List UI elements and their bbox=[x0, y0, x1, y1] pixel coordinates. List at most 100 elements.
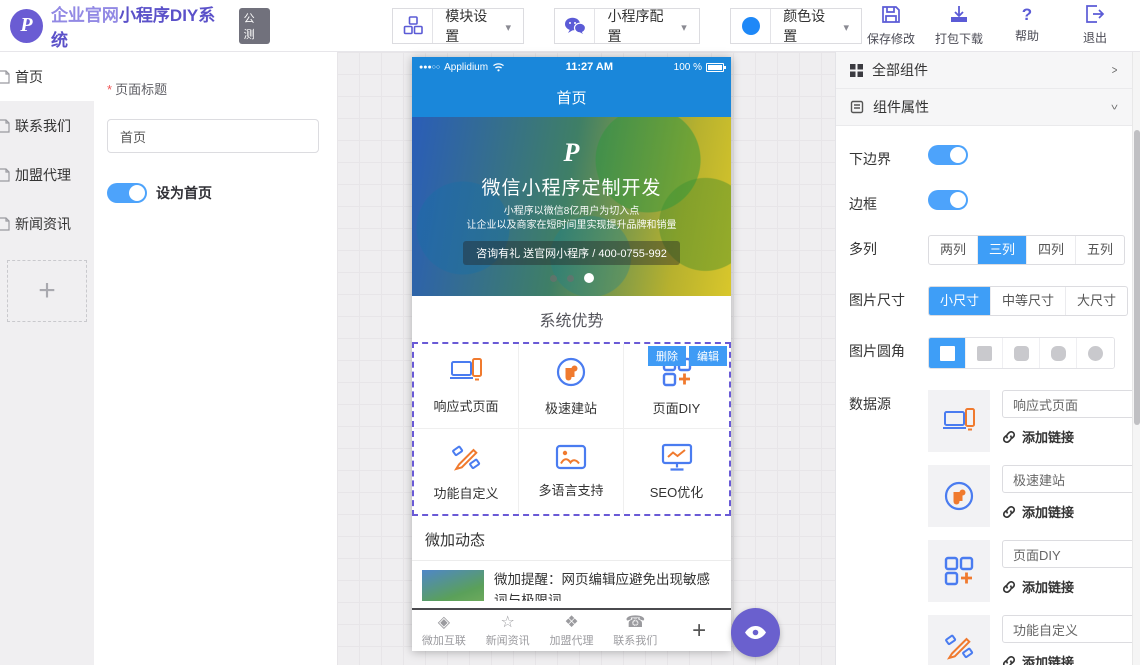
carousel-dot-active[interactable] bbox=[584, 273, 594, 283]
diamond-logo-icon: ◈ bbox=[438, 614, 450, 632]
data-source-list: 添加链接 添加链接 bbox=[928, 390, 1137, 665]
phone-status-bar: ●●●○○ Applidium 11:27 AM 100 % bbox=[412, 57, 731, 77]
columns-option-5[interactable]: 五列 bbox=[1076, 236, 1124, 264]
data-source-input[interactable] bbox=[1002, 465, 1137, 493]
radius-option-small[interactable] bbox=[966, 338, 1003, 368]
page-settings-panel: *页面标题 设为首页 bbox=[94, 52, 337, 665]
columns-option-3-selected[interactable]: 三列 bbox=[978, 236, 1027, 264]
advantages-section-title: 系统优势 bbox=[412, 296, 731, 342]
image-size-large[interactable]: 大尺寸 bbox=[1066, 287, 1127, 315]
page-icon bbox=[0, 217, 10, 231]
grid-item-label: 页面DIY bbox=[653, 398, 701, 417]
add-link-button[interactable]: 添加链接 bbox=[1002, 427, 1137, 446]
all-components-label: 全部组件 bbox=[872, 60, 928, 80]
add-link-button[interactable]: 添加链接 bbox=[1002, 652, 1137, 665]
border-toggle[interactable] bbox=[928, 190, 968, 210]
miniprogram-config-label: 小程序配置 bbox=[607, 6, 674, 46]
news-section-title: 微加动态 bbox=[412, 516, 731, 561]
module-settings-label: 模块设置 bbox=[445, 6, 498, 46]
wechat-icon bbox=[555, 9, 595, 43]
document-icon bbox=[850, 100, 864, 114]
sidebar-item-news[interactable]: 新闻资讯 bbox=[0, 199, 94, 248]
data-source-input[interactable] bbox=[1002, 540, 1137, 568]
carousel-dots bbox=[412, 273, 731, 283]
tab-contact[interactable]: ☎ 联系我们 bbox=[603, 614, 667, 648]
page-icon bbox=[0, 119, 10, 133]
module-settings-menu[interactable]: 模块设置 bbox=[392, 8, 524, 44]
phone-tabbar: ◈ 微加互联 ☆ 新闻资讯 ❖ 加盟代理 ☎ 联系我们 bbox=[412, 608, 731, 651]
app-title-light: 企业官网 bbox=[51, 6, 119, 25]
component-props-bar[interactable]: 组件属性 bbox=[836, 89, 1140, 126]
add-link-button[interactable]: 添加链接 bbox=[1002, 502, 1137, 521]
sidebar-item-agency[interactable]: 加盟代理 bbox=[0, 150, 94, 199]
radius-option-none-selected[interactable] bbox=[929, 338, 966, 368]
radius-option-medium[interactable] bbox=[1003, 338, 1040, 368]
help-button[interactable]: ? 帮助 bbox=[998, 5, 1056, 47]
editor-canvas: ●●●○○ Applidium 11:27 AM 100 % 首页 P 微信小程… bbox=[337, 52, 835, 665]
edit-component-button[interactable]: 编辑 bbox=[689, 346, 727, 366]
image-size-small-selected[interactable]: 小尺寸 bbox=[929, 287, 991, 315]
app-title: 企业官网小程序DIY系统 bbox=[51, 1, 227, 51]
add-page-button[interactable] bbox=[7, 260, 87, 322]
app-logo-icon: P bbox=[10, 9, 43, 43]
border-bottom-toggle[interactable] bbox=[928, 145, 968, 165]
hero-banner[interactable]: P 微信小程序定制开发 小程序以微信8亿用户为切入点 让企业以及商家在短时间里实… bbox=[412, 117, 731, 296]
sidebar-item-label: 新闻资讯 bbox=[15, 214, 71, 234]
grid-item-label: SEO优化 bbox=[650, 482, 703, 501]
grid-item-label: 响应式页面 bbox=[433, 396, 498, 415]
data-source-item: 添加链接 bbox=[928, 540, 1137, 602]
tab-add-button[interactable] bbox=[667, 617, 731, 645]
component-props-label: 组件属性 bbox=[873, 97, 929, 117]
miniprogram-config-menu[interactable]: 小程序配置 bbox=[554, 8, 700, 44]
data-source-item: 添加链接 bbox=[928, 390, 1137, 452]
selected-component[interactable]: 删除 编辑 响应式页面 极速建站 bbox=[412, 342, 731, 516]
exit-button[interactable]: 退出 bbox=[1066, 5, 1124, 47]
add-link-button[interactable]: 添加链接 bbox=[1002, 577, 1137, 596]
set-home-toggle[interactable] bbox=[107, 183, 147, 203]
exit-icon bbox=[1085, 5, 1105, 26]
phone-preview: ●●●○○ Applidium 11:27 AM 100 % 首页 P 微信小程… bbox=[412, 57, 731, 651]
data-source-input[interactable] bbox=[1002, 390, 1137, 418]
beta-badge: 公测 bbox=[239, 8, 270, 44]
pencil-icon bbox=[928, 615, 990, 665]
wifi-icon bbox=[492, 62, 505, 72]
page-title-input[interactable] bbox=[107, 119, 319, 153]
delete-component-button[interactable]: 删除 bbox=[648, 346, 686, 366]
grid-squares-icon bbox=[850, 64, 863, 77]
save-button[interactable]: 保存修改 bbox=[862, 5, 920, 47]
news-item[interactable]: 网站编辑 微加提醒：网页编辑应避免出现敏感词与极限词 bbox=[412, 561, 731, 601]
preview-eye-button[interactable] bbox=[731, 608, 780, 657]
banner-promo-pill: 咨询有礼 送官网小程序 / 400-0755-992 bbox=[463, 241, 680, 265]
columns-segmented-control: 两列 三列 四列 五列 bbox=[928, 235, 1125, 265]
set-home-label: 设为首页 bbox=[156, 183, 212, 203]
chevron-down-icon bbox=[1111, 100, 1118, 114]
image-size-medium[interactable]: 中等尺寸 bbox=[991, 287, 1066, 315]
responsive-icon bbox=[928, 390, 990, 452]
sidebar-item-contact[interactable]: 联系我们 bbox=[0, 101, 94, 150]
color-settings-menu[interactable]: 颜色设置 bbox=[730, 8, 862, 44]
sidebar-item-label: 加盟代理 bbox=[15, 165, 71, 185]
data-source-item: 添加链接 bbox=[928, 615, 1137, 665]
tab-weijia[interactable]: ◈ 微加互联 bbox=[412, 614, 476, 648]
inspector-scrollbar[interactable] bbox=[1132, 52, 1140, 665]
data-source-input[interactable] bbox=[1002, 615, 1137, 643]
tab-news[interactable]: ☆ 新闻资讯 bbox=[476, 614, 540, 648]
radius-option-large[interactable] bbox=[1040, 338, 1077, 368]
download-button[interactable]: 打包下载 bbox=[930, 5, 988, 47]
tab-agency[interactable]: ❖ 加盟代理 bbox=[540, 614, 604, 648]
grid-item-multilang: 多语言支持 bbox=[519, 429, 624, 514]
columns-label: 多列 bbox=[849, 235, 928, 259]
scrollbar-thumb[interactable] bbox=[1134, 130, 1140, 425]
grid-item-label: 多语言支持 bbox=[538, 480, 603, 499]
columns-option-4[interactable]: 四列 bbox=[1027, 236, 1076, 264]
puzzle-icon bbox=[555, 356, 587, 391]
columns-option-2[interactable]: 两列 bbox=[929, 236, 978, 264]
chevron-down-icon bbox=[506, 18, 512, 34]
carousel-dot[interactable] bbox=[567, 275, 574, 282]
all-components-bar[interactable]: 全部组件 bbox=[836, 52, 1140, 89]
radius-option-circle[interactable] bbox=[1077, 338, 1114, 368]
carousel-dot[interactable] bbox=[550, 275, 557, 282]
sidebar-item-label: 首页 bbox=[15, 67, 43, 87]
sidebar-item-home[interactable]: 首页 bbox=[0, 52, 94, 101]
page-icon bbox=[0, 168, 10, 182]
